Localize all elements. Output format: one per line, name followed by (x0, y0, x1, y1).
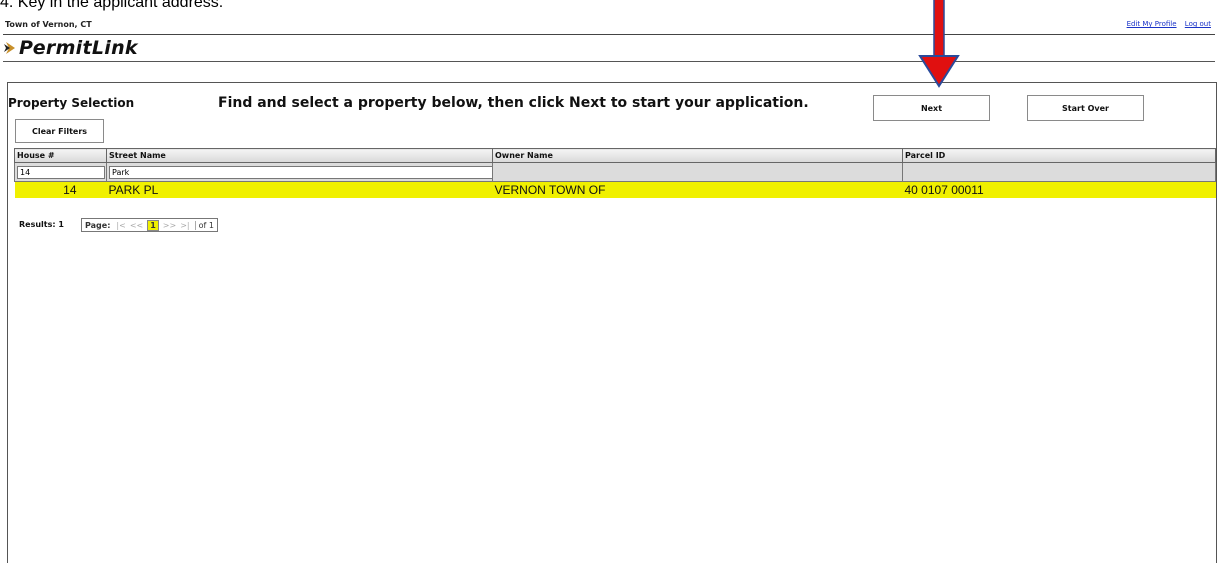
page-count: of 1 (194, 220, 214, 230)
logout-link[interactable]: Log out (1185, 20, 1211, 28)
cell-house-number: 14 (14, 181, 107, 198)
page-title: Property Selection (8, 96, 135, 110)
top-bar: Town of Vernon, CT Edit My Profile Log o… (3, 18, 1215, 35)
start-over-button[interactable]: Start Over (1027, 95, 1144, 121)
page-label: Page: (85, 220, 111, 230)
header-divider (3, 61, 1215, 62)
first-page-button[interactable]: |< (116, 221, 125, 230)
results-count: Results: 1 (19, 220, 64, 229)
street-name-filter-input[interactable] (109, 165, 493, 179)
next-page-button[interactable]: >> (163, 221, 176, 230)
logo-text: PermitLink (19, 37, 138, 59)
filter-cell-street (106, 162, 493, 182)
filter-cell-house (14, 162, 107, 182)
current-page-button[interactable]: 1 (147, 219, 159, 231)
cell-owner-name: VERNON TOWN OF (492, 181, 903, 198)
property-grid: House # Street Name Owner Name Parcel ID… (14, 148, 1216, 198)
prev-page-button[interactable]: << (130, 221, 143, 230)
chevron-logo-icon (4, 42, 15, 54)
filter-cell-parcel (902, 162, 1216, 182)
tutorial-caption: 4. Key in the applicant address. (0, 0, 224, 11)
column-header-parcel[interactable]: Parcel ID (902, 148, 1216, 163)
next-button[interactable]: Next (873, 95, 990, 121)
column-header-street[interactable]: Street Name (106, 148, 493, 163)
table-row[interactable]: 14 PARK PL VERNON TOWN OF 40 0107 00011 (14, 181, 1216, 198)
column-header-house[interactable]: House # (14, 148, 107, 163)
cell-parcel-id: 40 0107 00011 (902, 181, 1216, 198)
account-links: Edit My Profile Log out (1121, 20, 1211, 28)
permitlink-logo: PermitLink (4, 36, 138, 60)
instructions-text: Find and select a property below, then c… (218, 95, 809, 111)
house-number-filter-input[interactable] (17, 165, 105, 179)
pager: Page: |< << 1 >> >| of 1 (81, 218, 218, 232)
filter-row (14, 162, 1216, 182)
column-header-owner[interactable]: Owner Name (492, 148, 903, 163)
edit-profile-link[interactable]: Edit My Profile (1127, 20, 1177, 28)
clear-filters-button[interactable]: Clear Filters (15, 119, 104, 143)
filter-cell-owner (492, 162, 903, 182)
grid-header-row: House # Street Name Owner Name Parcel ID (14, 148, 1216, 163)
red-down-arrow-icon (918, 0, 960, 88)
town-name: Town of Vernon, CT (5, 20, 92, 29)
last-page-button[interactable]: >| (180, 221, 189, 230)
cell-street-name: PARK PL (106, 181, 493, 198)
